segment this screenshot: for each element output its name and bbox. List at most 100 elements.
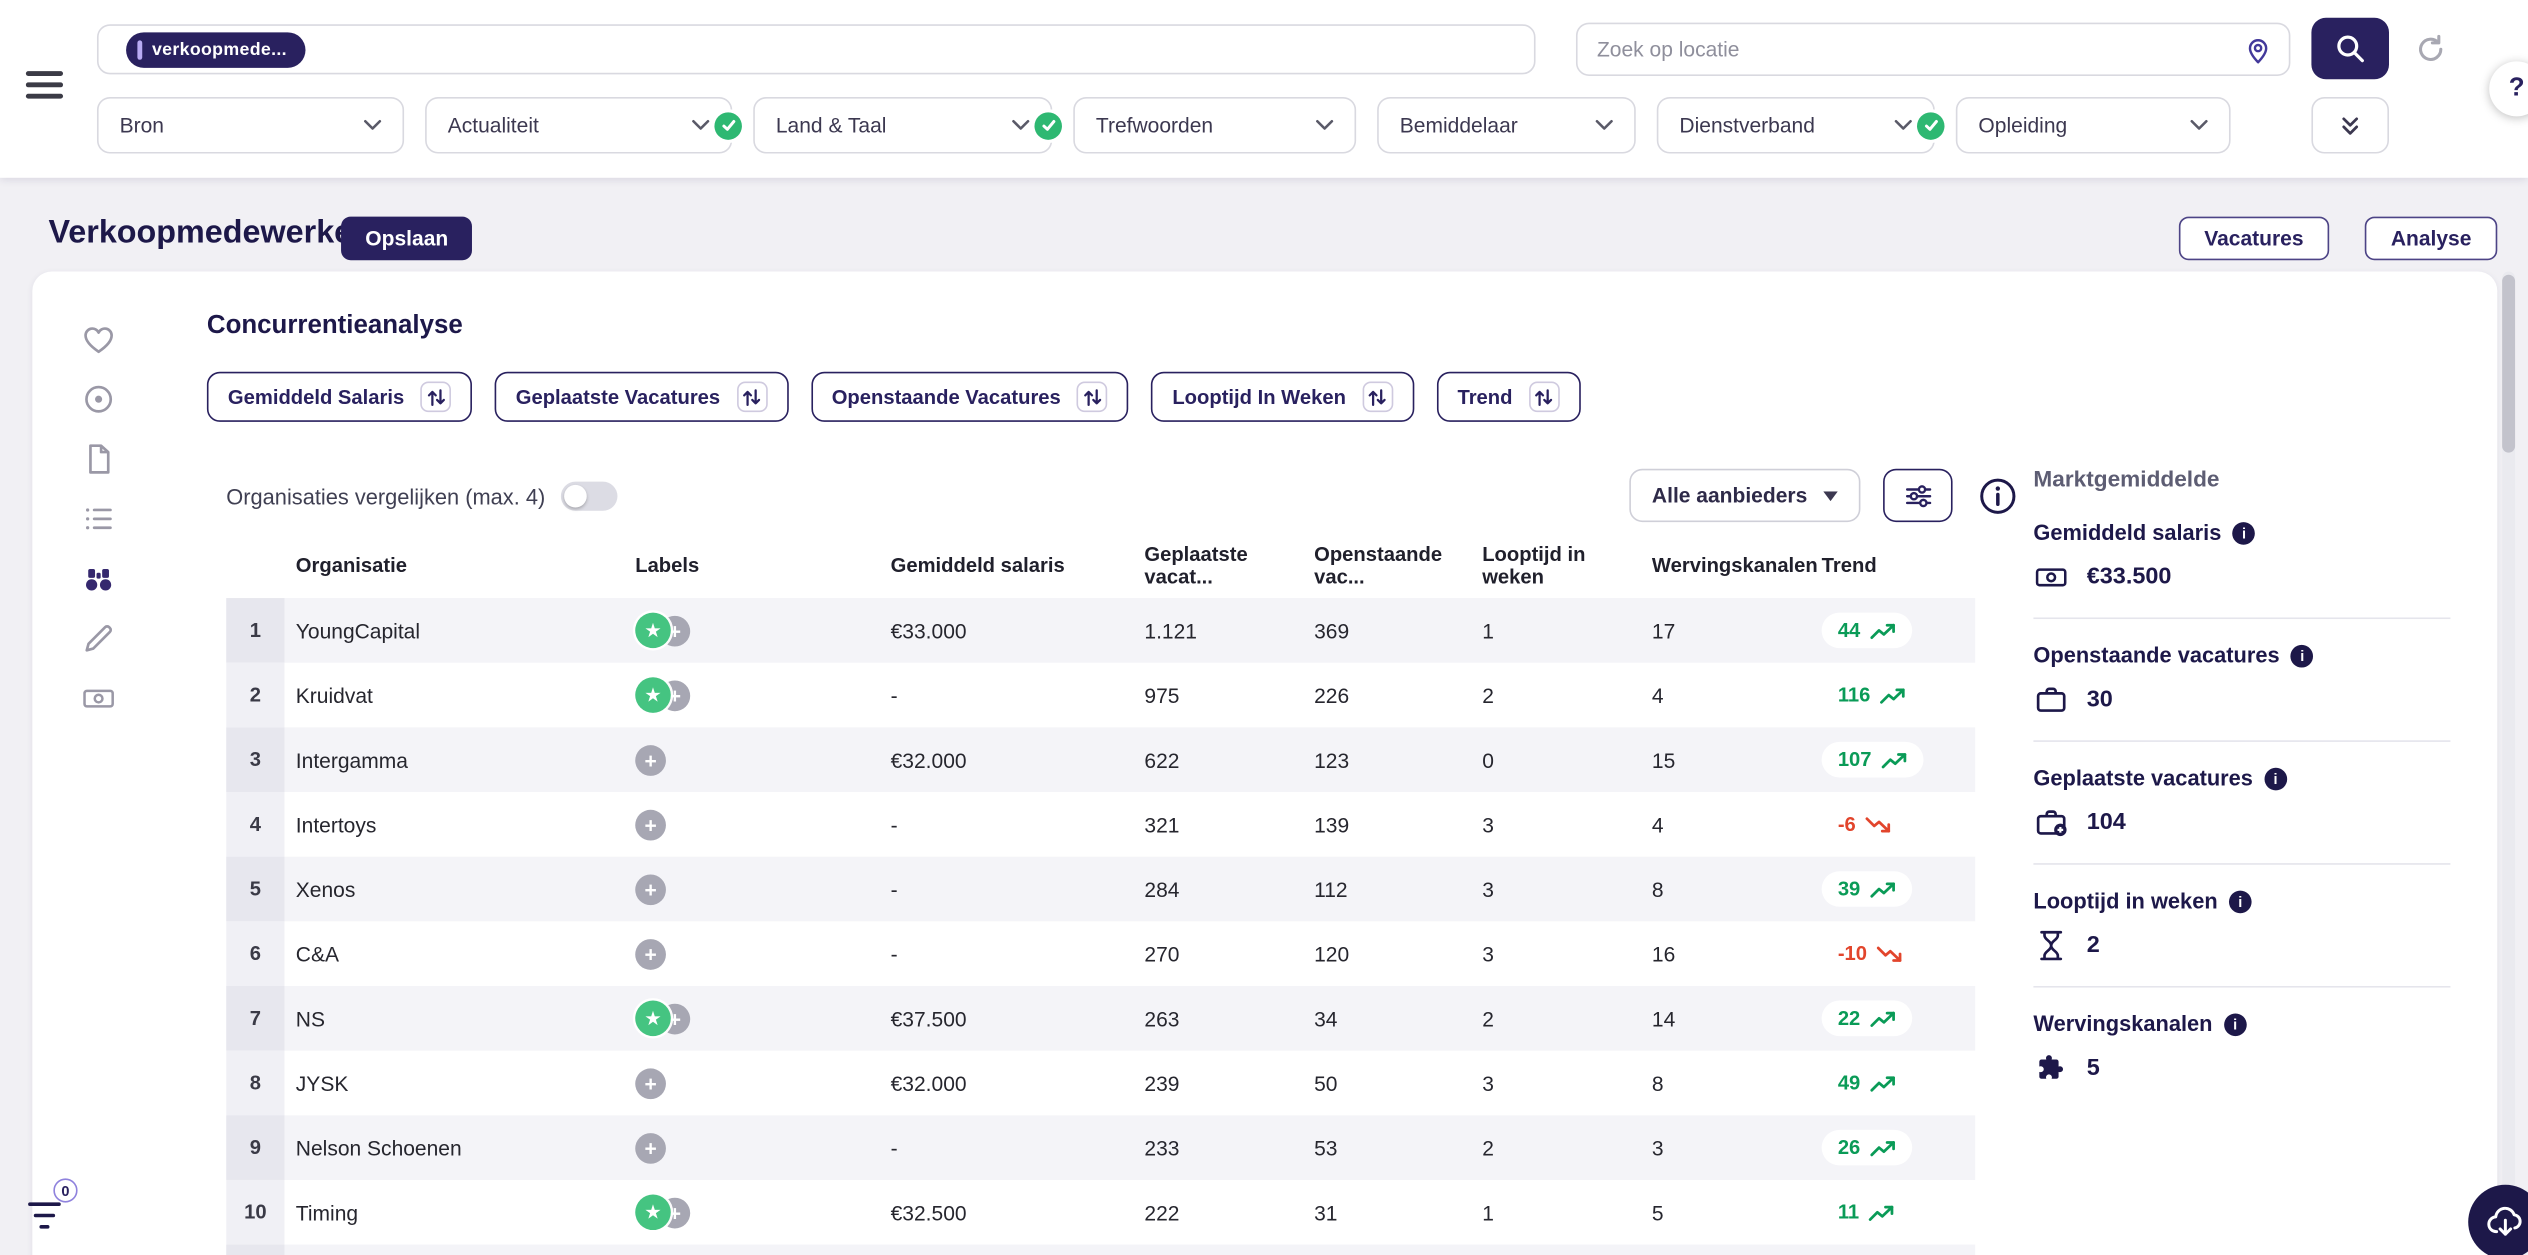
- location-pin-icon[interactable]: [2242, 34, 2274, 66]
- row-rank: 7: [226, 986, 284, 1051]
- labels-cell: ★+: [624, 677, 879, 713]
- add-label-button[interactable]: +: [635, 938, 666, 969]
- trend-value: 116: [1838, 684, 1871, 707]
- filter-dropdown-land-taal[interactable]: Land & Taal: [753, 97, 1052, 154]
- filter-dropdown-actualiteit[interactable]: Actualiteit: [425, 97, 732, 154]
- organisation-name: Xenos: [284, 877, 623, 901]
- sort-button-label: Trend: [1457, 386, 1512, 409]
- org-row[interactable]: 5Xenos+-2841123839: [226, 857, 1975, 922]
- sort-button-label: Gemiddeld Salaris: [228, 386, 404, 409]
- posted-vacancies-cell: 239: [1133, 1071, 1303, 1095]
- org-row[interactable]: 6C&A+-270120316-10: [226, 921, 1975, 986]
- org-row[interactable]: 3Intergamma+€32.000622123015107: [226, 727, 1975, 792]
- chevron-down-icon: [1894, 120, 1912, 131]
- channels-cell: 8: [1641, 877, 1811, 901]
- labels-cell: +: [624, 744, 879, 775]
- filter-dropdown-bemiddelaar[interactable]: Bemiddelaar: [1377, 97, 1636, 154]
- org-row[interactable]: 10Timing★+€32.500222311511: [226, 1180, 1975, 1245]
- add-label-button[interactable]: +: [635, 809, 666, 840]
- org-row[interactable]: 2Kruidvat★+-97522624116: [226, 663, 1975, 728]
- sidebar-binoculars-icon[interactable]: [79, 559, 118, 598]
- sort-button-looptijd-in-weken[interactable]: Looptijd In Weken: [1151, 372, 1414, 422]
- add-label-button[interactable]: +: [635, 1132, 666, 1163]
- scrollbar-track: [2502, 272, 2515, 1242]
- header-actions: Vacatures Analyse: [2178, 217, 2497, 261]
- filter-dropdown-trefwoorden[interactable]: Trefwoorden: [1073, 97, 1356, 154]
- add-label-button[interactable]: +: [635, 1068, 666, 1099]
- trend-up-icon: [1870, 880, 1896, 898]
- row-rank: 10: [226, 1180, 284, 1245]
- sidebar-list-icon[interactable]: [79, 499, 118, 538]
- sort-button-trend[interactable]: Trend: [1436, 372, 1580, 422]
- market-stat-value-row: 30: [2033, 682, 2450, 718]
- trend-indicator: 11: [1822, 1194, 1911, 1230]
- chevron-down-icon: [364, 120, 382, 131]
- info-icon[interactable]: i: [2264, 767, 2287, 790]
- star-label-badge: ★: [635, 613, 671, 649]
- table-settings-button[interactable]: [1883, 469, 1953, 522]
- salary-cell: -: [879, 683, 1133, 707]
- market-stat-label: Geplaatste vacatures: [2033, 766, 2253, 790]
- trend-cell: 26: [1810, 1130, 1975, 1166]
- salary-cell: €32.500: [879, 1200, 1133, 1224]
- open-vacancies-cell: 31: [1303, 1200, 1471, 1224]
- filters-fab-icon[interactable]: [24, 1198, 64, 1234]
- market-stat-header: Looptijd in wekeni: [2033, 889, 2450, 913]
- labels-cell: ★+: [624, 1194, 879, 1230]
- sort-button-gemiddeld-salaris[interactable]: Gemiddeld Salaris: [207, 372, 472, 422]
- sidebar-heart-icon[interactable]: [79, 320, 118, 359]
- trend-indicator: 107: [1822, 742, 1924, 778]
- org-row[interactable]: 1YoungCapital★+€33.0001.12136911744: [226, 598, 1975, 663]
- menu-icon[interactable]: [26, 71, 63, 98]
- org-row[interactable]: 9Nelson Schoenen+-233532326: [226, 1115, 1975, 1180]
- keyword-search-input[interactable]: verkoopmede...: [97, 24, 1536, 74]
- trend-cell: 107: [1810, 742, 1975, 778]
- provider-filter-dropdown[interactable]: Alle aanbieders: [1629, 469, 1860, 522]
- search-button[interactable]: [2311, 18, 2389, 79]
- info-icon[interactable]: i: [2291, 644, 2314, 667]
- info-icon[interactable]: i: [2229, 890, 2252, 913]
- sort-button-geplaatste-vacatures[interactable]: Geplaatste Vacatures: [495, 372, 788, 422]
- trend-cell: 11: [1810, 1194, 1975, 1230]
- sort-button-openstaande-vacatures[interactable]: Openstaande Vacatures: [811, 372, 1129, 422]
- save-button[interactable]: Opslaan: [341, 217, 472, 261]
- page-title: Verkoopmedewerker: [48, 215, 364, 252]
- filter-dropdown-opleiding[interactable]: Opleiding: [1956, 97, 2231, 154]
- analyse-button[interactable]: Analyse: [2365, 217, 2497, 261]
- add-label-button[interactable]: +: [635, 744, 666, 775]
- info-button[interactable]: [1975, 474, 2019, 518]
- sidebar-document-icon[interactable]: [79, 440, 118, 479]
- sidebar-pen-icon[interactable]: [79, 619, 118, 658]
- sidebar-radar-icon[interactable]: [79, 380, 118, 419]
- sidebar-money-icon[interactable]: [79, 679, 118, 718]
- main-card: Concurrentieanalyse Gemiddeld SalarisGep…: [32, 272, 2497, 1255]
- caret-down-icon: [1823, 491, 1838, 501]
- market-stat-label: Openstaande vacatures: [2033, 643, 2279, 667]
- reset-search-icon[interactable]: [2415, 34, 2446, 65]
- add-label-button[interactable]: +: [635, 874, 666, 905]
- info-icon[interactable]: i: [2224, 1013, 2247, 1036]
- org-row[interactable]: 4Intertoys+-32113934-6: [226, 792, 1975, 857]
- info-icon[interactable]: i: [2233, 521, 2256, 544]
- vacatures-button[interactable]: Vacatures: [2178, 217, 2329, 261]
- scrollbar-thumb[interactable]: [2502, 275, 2515, 453]
- collapse-filters-button[interactable]: [2311, 97, 2389, 154]
- compare-toggle[interactable]: [561, 482, 618, 511]
- trend-indicator: 49: [1822, 1065, 1912, 1101]
- organisation-name: Intertoys: [284, 812, 623, 836]
- market-average-panel: Marktgemiddelde Gemiddeld salarisi€33.50…: [2033, 466, 2450, 1109]
- market-stat-value-row: 5: [2033, 1051, 2450, 1087]
- puzzle-icon: [2033, 1051, 2069, 1087]
- trend-value: -6: [1838, 813, 1856, 836]
- org-row[interactable]: 8JYSK+€32.000239503849: [226, 1051, 1975, 1116]
- location-input[interactable]: [1578, 37, 2289, 61]
- filter-dropdown-bron[interactable]: Bron: [97, 97, 404, 154]
- org-row[interactable]: 7NS★+€37.5002633421422: [226, 986, 1975, 1051]
- filter-dropdown-dienstverband[interactable]: Dienstverband: [1657, 97, 1935, 154]
- search-term-chip[interactable]: verkoopmede...: [126, 32, 305, 68]
- column-header-wervingskanalen: Wervingskanalen: [1641, 554, 1811, 577]
- market-stat-header: Openstaande vacatures i: [2033, 643, 2450, 667]
- sort-icon: [736, 381, 767, 412]
- trend-cell: 116: [1810, 677, 1975, 713]
- trend-value: 39: [1838, 878, 1860, 901]
